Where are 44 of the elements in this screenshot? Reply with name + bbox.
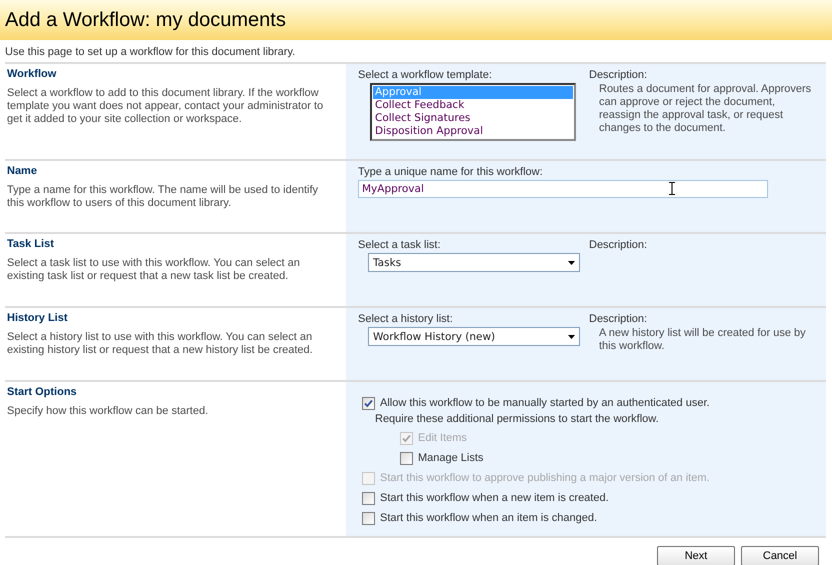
field-label: Select a workflow template: bbox=[358, 69, 493, 81]
checkbox-label: Start this workflow when an item is changed. bbox=[380, 512, 598, 524]
form-button[interactable]: Cancel bbox=[741, 546, 819, 565]
form-button[interactable]: Next bbox=[657, 546, 735, 565]
section-heading: Name bbox=[7, 165, 38, 177]
name-input-field[interactable]: MyApproval bbox=[358, 180, 768, 198]
text-cursor-icon bbox=[669, 182, 675, 195]
checkbox[interactable] bbox=[362, 512, 375, 524]
template-description: Routes a document for approval. Approvers can approve or reject the document, reassign the approval task, or request changes to the document. bbox=[598, 83, 812, 135]
listbox-option[interactable]: Collect Feedback bbox=[373, 99, 573, 112]
section-heading: Start Options bbox=[7, 386, 78, 398]
template-listbox[interactable]: Approval Collect Feedback Collect Signatures Disposition Approval bbox=[370, 83, 576, 141]
permissions-note: Require these additional permissions to start the workflow. bbox=[374, 413, 660, 427]
checkbox[interactable] bbox=[362, 492, 375, 504]
section-heading: Task List bbox=[7, 238, 55, 250]
section-description: Select a history list to use with this workflow. You can select an existing history list or request that a new history list be created. bbox=[7, 331, 314, 357]
template-description: A new history list will be created for use by this workflow. bbox=[598, 327, 807, 353]
section-description: Type a name for this workflow. The name will be used to identify this workflow to users of this document library. bbox=[7, 184, 320, 210]
section-description: Specify how this workflow can be started. bbox=[7, 405, 210, 418]
checkbox[interactable] bbox=[362, 396, 375, 410]
intro-text: Use this page to set up a workflow for this document library. bbox=[4, 45, 296, 60]
section-description: Select a workflow to add to this document library. If the workflow template you want does not appear, contact your administrator to get it added to your site collection or workspace. bbox=[7, 87, 324, 126]
list-dropdown[interactable]: Workflow History (new) bbox=[368, 327, 580, 346]
description-label: Description: bbox=[589, 239, 648, 251]
checkbox-label: Allow this workflow to be manually started by an authenticated user. bbox=[380, 397, 710, 409]
field-label: Select a task list: bbox=[358, 239, 442, 251]
field-label: Select a history list: bbox=[358, 313, 454, 325]
description-label: Description: bbox=[589, 69, 648, 81]
section-heading: Workflow bbox=[7, 68, 58, 80]
list-dropdown[interactable]: Tasks bbox=[368, 253, 580, 272]
page-title: Add a Workflow: my documents bbox=[5, 8, 286, 32]
section-heading: History List bbox=[7, 312, 69, 324]
section-description: Select a task list to use with this workflow. You can select an existing task list or request that a new task list be created. bbox=[7, 257, 301, 283]
checkbox-label: Start this workflow when a new item is created. bbox=[380, 492, 609, 504]
listbox-option[interactable]: Collect Signatures bbox=[373, 112, 573, 125]
checkbox[interactable] bbox=[400, 452, 413, 464]
description-label: Description: bbox=[589, 313, 648, 325]
listbox-option[interactable]: Disposition Approval bbox=[373, 125, 573, 138]
dropdown-arrow-icon bbox=[568, 334, 575, 338]
checkbox-label: Manage Lists bbox=[418, 452, 484, 464]
checkbox-label: Edit Items bbox=[418, 432, 467, 444]
dropdown-arrow-icon bbox=[568, 260, 575, 264]
checkbox-label: Start this workflow to approve publishing a major version of an item. bbox=[380, 472, 710, 484]
field-label: Type a unique name for this workflow: bbox=[358, 166, 544, 178]
